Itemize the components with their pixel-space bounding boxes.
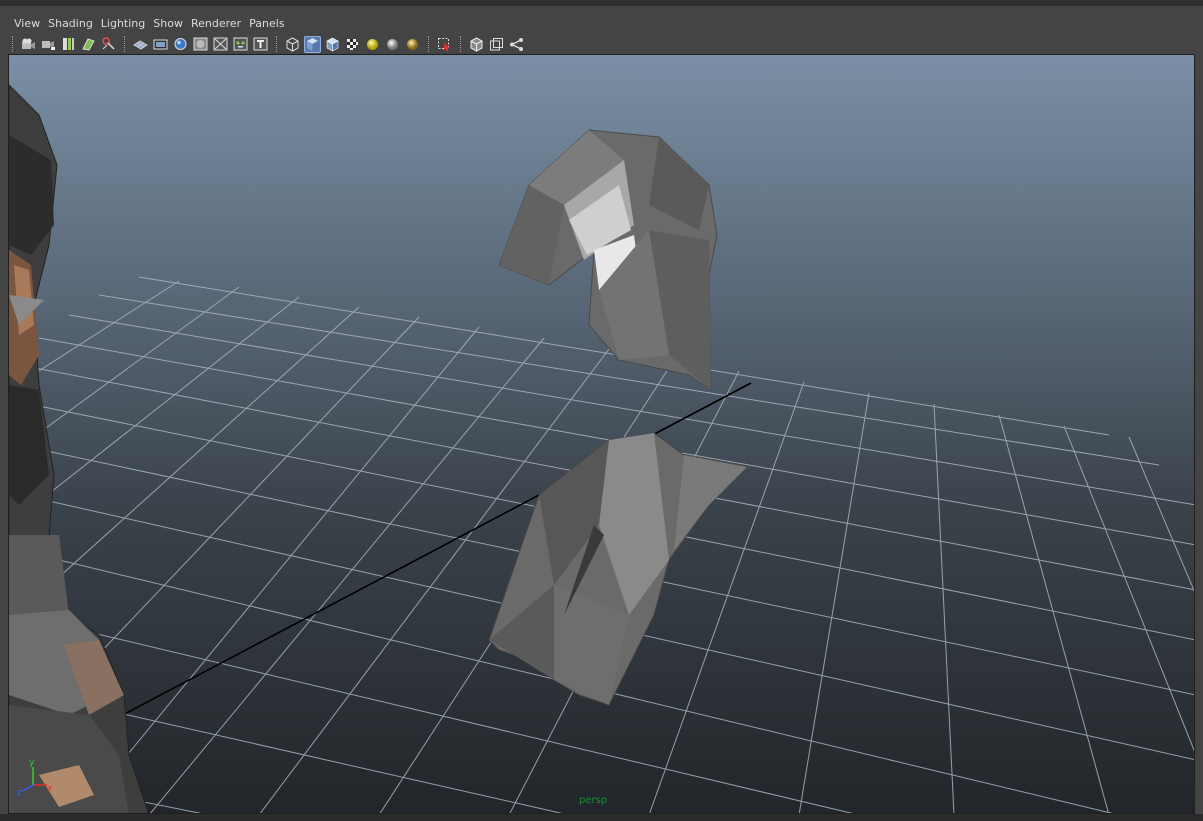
torso-armor-mesh[interactable] [488, 432, 749, 706]
toolbar-separator[interactable] [124, 36, 128, 52]
bookmarks-icon[interactable] [60, 36, 77, 53]
grid-icon[interactable] [132, 36, 149, 53]
axis-y-label: y [29, 758, 35, 768]
panel-menubar: View Shading Lighting Show Renderer Pane… [8, 12, 1195, 34]
safe-title-icon[interactable] [252, 36, 269, 53]
gate-mask-icon[interactable] [192, 36, 209, 53]
camera-name-label: persp [579, 795, 608, 806]
wireframe-icon[interactable] [284, 36, 301, 53]
menu-shading[interactable]: Shading [48, 17, 93, 30]
field-chart-icon[interactable] [212, 36, 229, 53]
xray-icon[interactable] [468, 36, 485, 53]
axis-x-label: x [47, 784, 53, 794]
isolate-select-icon[interactable] [436, 36, 453, 53]
scene-canvas[interactable] [9, 55, 1195, 814]
shadows-icon[interactable] [384, 36, 401, 53]
character-mesh[interactable] [9, 84, 149, 814]
menu-renderer[interactable]: Renderer [191, 17, 241, 30]
toolbar-separator[interactable] [428, 36, 432, 52]
viewport-panel: View Shading Lighting Show Renderer Pane… [0, 0, 1203, 821]
ambient-occlusion-icon[interactable] [404, 36, 421, 53]
xray-joints-icon[interactable] [488, 36, 505, 53]
toolbar-separator[interactable] [276, 36, 280, 52]
backface-icon[interactable] [508, 36, 525, 53]
use-all-lights-icon[interactable] [364, 36, 381, 53]
select-camera-icon[interactable] [20, 36, 37, 53]
toolbar-separator[interactable] [460, 36, 464, 52]
image-plane-icon[interactable] [80, 36, 97, 53]
panel-bottom-border [0, 814, 1203, 821]
camera-attributes-icon[interactable] [40, 36, 57, 53]
resolution-gate-icon[interactable] [172, 36, 189, 53]
3d-viewport[interactable]: x y z persp [8, 54, 1195, 814]
film-gate-icon[interactable] [152, 36, 169, 53]
smooth-shade-icon[interactable] [304, 35, 321, 53]
menu-panels[interactable]: Panels [249, 17, 284, 30]
textured-icon[interactable] [344, 36, 361, 53]
axis-gizmo: x y z [13, 755, 53, 799]
menu-show[interactable]: Show [153, 17, 183, 30]
wireframe-on-shaded-icon[interactable] [324, 36, 341, 53]
toolbar-separator[interactable] [12, 36, 16, 52]
2d-pan-zoom-icon[interactable] [100, 36, 117, 53]
axis-z-label: z [17, 788, 22, 795]
panel-toolbar [8, 34, 1195, 54]
safe-action-icon[interactable] [232, 36, 249, 53]
menu-view[interactable]: View [14, 17, 40, 30]
menu-lighting[interactable]: Lighting [101, 17, 145, 30]
